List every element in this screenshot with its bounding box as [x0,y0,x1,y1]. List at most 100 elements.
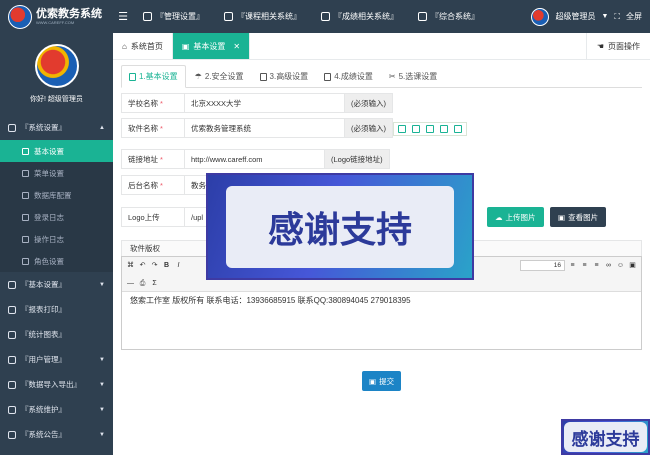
tab-home[interactable]: ⌂ 系统首页 [113,33,173,59]
user-icon [22,257,29,265]
copy-icon[interactable] [426,125,434,133]
page-operations-button[interactable]: ☚ 页面操作 [585,33,650,59]
redo-icon[interactable]: ↷ [150,261,159,270]
view-image-button[interactable]: ▣ 查看图片 [550,207,607,227]
school-name-input[interactable]: 北京XXXX大学 [185,93,345,113]
thanks-text-small: 感谢支持 [564,422,647,452]
topnav-general[interactable]: 『综合系统』 [408,0,489,33]
software-row: 软件名称 * 优索教务管理系统 (必须输入) [121,118,393,138]
chevron-down-icon: ▼ [99,356,105,363]
megaphone-icon [8,430,16,439]
align-center-icon[interactable]: ≡ [580,261,589,270]
logo [8,4,32,29]
hr-icon[interactable]: — [126,279,135,288]
sidebar-group-users[interactable]: 『用户管理』 ▼ [0,347,113,372]
fullscreen-button[interactable]: 全屏 [626,11,642,22]
home-icon: ⌂ [122,41,127,51]
chevron-down-icon[interactable]: ▼ [601,13,608,20]
thanks-banner-small[interactable]: 感谢支持 [561,419,650,455]
user-name[interactable]: 超级管理员 [555,11,595,22]
italic-icon[interactable]: I [174,261,183,270]
sidebar-item-role-settings[interactable]: 角色设置 [0,250,113,272]
school-hint: (必须输入) [345,93,393,113]
tab-step-course[interactable]: ✂ 5.选课设置 [382,71,444,87]
umbrella-icon: ☂ [194,72,202,81]
sidebar-item-menu-settings[interactable]: 菜单设置 [0,162,113,184]
link-hint: (Logo链接地址) [325,149,390,169]
link-url-input[interactable]: http://www.careff.com [185,149,325,169]
settings-icon[interactable] [454,125,462,133]
gear-icon [8,280,16,289]
topnav-course[interactable]: 『课程相关系统』 [214,0,311,33]
sidebar-item-operation-log[interactable]: 操作日志 [0,228,113,250]
upload-image-button[interactable]: ☁ 上传图片 [487,207,544,227]
document-icon [259,72,267,81]
cloud-upload-icon: ☁ [495,212,503,222]
undo-icon[interactable]: ↶ [138,261,147,270]
menu-toggle-icon[interactable]: ☰ [113,10,133,23]
software-hint: (必须输入) [345,118,393,138]
close-icon[interactable]: ✕ [233,42,240,51]
align-left-icon[interactable]: ≡ [568,261,577,270]
tab-step-basic[interactable]: 1.基本设置 [121,65,186,88]
sidebar-item-basic-settings[interactable]: 基本设置 [0,140,113,162]
folder-icon [8,123,16,132]
software-name-input[interactable]: 优索教务管理系统 [185,118,345,138]
sidebar-group-system-settings[interactable]: 『系统设置』 ▲ [0,115,113,140]
chevron-down-icon: ▼ [99,281,105,288]
top-menu: 『管理设置』 『课程相关系统』 『成绩相关系统』 『综合系统』 [133,0,489,33]
hand-icon: ☚ [596,41,604,51]
sidebar-item-db-config[interactable]: 数据库配置 [0,184,113,206]
logo-row: Logo上传 /upl [121,207,215,227]
list-icon [418,12,427,21]
sidebar-item-login-log[interactable]: 登录日志 [0,206,113,228]
sidebar-group-notice[interactable]: 『系统公告』 ▼ [0,422,113,447]
settings-tabs: 1.基本设置 ☂ 2.安全设置 3.高级设置 4.成绩设置 ✂ 5.选课设置 [121,60,642,88]
log-icon [22,235,29,243]
greeting: 你好! 超级管理员 [30,96,83,103]
print-icon[interactable]: ⎙ [138,279,147,288]
users-icon [8,355,16,364]
tool-icon [8,405,16,414]
bold-icon[interactable]: B [162,261,171,270]
sum-icon[interactable]: Σ [150,279,159,288]
document-icon [22,147,29,155]
emoticon-icon[interactable]: ☺ [616,261,625,270]
sidebar-group-charts[interactable]: 『统计图表』 [0,322,113,347]
tab-basic-settings[interactable]: ▣ 基本设置 ✕ [172,33,251,59]
page-tabs: ⌂ 系统首页 ▣ 基本设置 ✕ ☚ 页面操作 [113,33,650,60]
sidebar-group-print[interactable]: 『报表打印』 [0,297,113,322]
submit-button[interactable]: ▣ 提交 [362,371,402,391]
avatar[interactable] [531,7,550,26]
app-subtitle: WWW.CAREFF.COM [36,19,75,25]
chart-icon [321,12,330,21]
thanks-banner[interactable]: 感谢支持 [206,173,474,280]
html-icon[interactable]: ⌘ [126,261,135,270]
sidebar-group-basic[interactable]: 『基本设置』 ▼ [0,272,113,297]
export-icon[interactable] [440,125,448,133]
school-row: 学校名称 * 北京XXXX大学 (必须输入) [121,93,393,113]
fullscreen-icon[interactable]: ⛶ [614,12,620,22]
app-name: 优索教务系统 [36,7,102,20]
topnav-score[interactable]: 『成绩相关系统』 [311,0,408,33]
tab-step-score[interactable]: 4.成绩设置 [317,71,380,87]
chevron-down-icon: ▼ [99,406,105,413]
tab-step-security[interactable]: ☂ 2.安全设置 [188,71,251,87]
image-icon[interactable]: ▣ [628,261,637,270]
tab-step-advanced[interactable]: 3.高级设置 [253,71,316,87]
sidebar: 你好! 超级管理员 『系统设置』 ▲ 基本设置 菜单设置 数据库配置 登录日志 操… [0,33,113,455]
sidebar-group-maintenance[interactable]: 『系统维护』 ▼ [0,397,113,422]
save-icon[interactable] [398,125,406,133]
profile-logo [34,44,79,88]
transfer-icon [8,380,16,389]
mini-toolbar [393,122,467,136]
font-size-select[interactable]: 16 [520,259,565,271]
document-icon: ▣ [181,41,190,51]
brand[interactable]: 优索教务系统 WWW.CAREFF.COM [0,0,113,33]
topnav-manage[interactable]: 『管理设置』 [133,0,214,33]
align-right-icon[interactable]: ≡ [592,261,601,270]
expand-icon[interactable] [412,125,420,133]
link-icon[interactable]: ∞ [604,261,613,270]
sidebar-group-import-export[interactable]: 『数据导入导出』 ▼ [0,372,113,397]
copyright-text[interactable]: 悠索工作室 版权所有 联系电话：13936685915 联系QQ:3808940… [122,292,641,309]
